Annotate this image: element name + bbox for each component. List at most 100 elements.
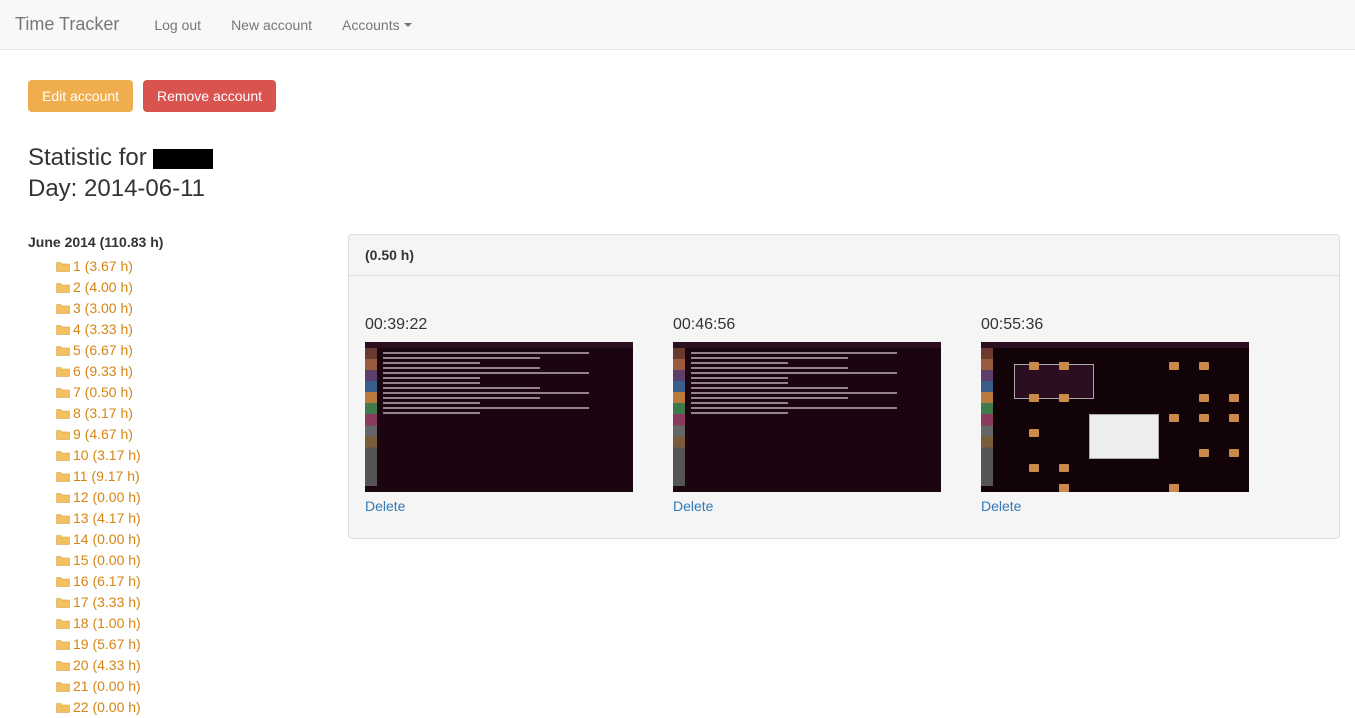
day-item: 5 (6.67 h) — [56, 340, 318, 361]
screenshot-thumbnail[interactable] — [673, 342, 941, 492]
screenshot-time: 00:55:36 — [981, 316, 1249, 334]
title-day-value: 2014-06-11 — [84, 175, 205, 202]
day-item: 1 (3.67 h) — [56, 256, 318, 277]
day-link[interactable]: 14 (0.00 h) — [73, 529, 141, 550]
day-item: 21 (0.00 h) — [56, 676, 318, 697]
folder-icon — [56, 660, 70, 671]
day-link[interactable]: 12 (0.00 h) — [73, 487, 141, 508]
day-item: 16 (6.17 h) — [56, 571, 318, 592]
screenshot-card: 00:46:56 Delete — [673, 316, 941, 514]
day-item: 4 (3.33 h) — [56, 319, 318, 340]
day-item: 19 (5.67 h) — [56, 634, 318, 655]
account-actions: Edit account Remove account — [28, 80, 1340, 112]
delete-link[interactable]: Delete — [365, 498, 633, 514]
redacted-name — [153, 149, 213, 169]
day-link[interactable]: 18 (1.00 h) — [73, 613, 141, 634]
nav-accounts-dropdown[interactable]: Accounts — [327, 17, 427, 33]
folder-icon — [56, 702, 70, 713]
folder-icon — [56, 534, 70, 545]
day-link[interactable]: 5 (6.67 h) — [73, 340, 133, 361]
folder-icon — [56, 471, 70, 482]
remove-account-button[interactable]: Remove account — [143, 80, 276, 112]
folder-icon — [56, 429, 70, 440]
day-item: 6 (9.33 h) — [56, 361, 318, 382]
day-link[interactable]: 10 (3.17 h) — [73, 445, 141, 466]
day-link[interactable]: 7 (0.50 h) — [73, 382, 133, 403]
panel-header: (0.50 h) — [349, 235, 1339, 276]
day-link[interactable]: 19 (5.67 h) — [73, 634, 141, 655]
day-link[interactable]: 9 (4.67 h) — [73, 424, 133, 445]
day-link[interactable]: 21 (0.00 h) — [73, 676, 141, 697]
day-link[interactable]: 22 (0.00 h) — [73, 697, 141, 718]
nav-logout[interactable]: Log out — [139, 17, 216, 33]
day-link[interactable]: 15 (0.00 h) — [73, 550, 141, 571]
day-link[interactable]: 4 (3.33 h) — [73, 319, 133, 340]
nav-new-account[interactable]: New account — [216, 17, 327, 33]
month-label: June 2014 (110.83 h) — [28, 234, 318, 250]
folder-icon — [56, 366, 70, 377]
day-item: 17 (3.33 h) — [56, 592, 318, 613]
folder-icon — [56, 324, 70, 335]
brand-link[interactable]: Time Tracker — [15, 14, 139, 35]
day-item: 14 (0.00 h) — [56, 529, 318, 550]
folder-icon — [56, 513, 70, 524]
sidebar: June 2014 (110.83 h) 1 (3.67 h)2 (4.00 h… — [28, 234, 318, 718]
screenshot-card: 00:39:22 Delete — [365, 316, 633, 514]
day-item: 2 (4.00 h) — [56, 277, 318, 298]
edit-account-button[interactable]: Edit account — [28, 80, 133, 112]
folder-icon — [56, 303, 70, 314]
navbar: Time Tracker Log out New account Account… — [0, 0, 1355, 50]
folder-icon — [56, 345, 70, 356]
folder-icon — [56, 681, 70, 692]
screenshot-row: 00:39:22 Delete 00:46:56 Delete 00:55:36 Dele… — [349, 276, 1339, 538]
day-link[interactable]: 11 (9.17 h) — [73, 466, 140, 487]
screenshot-thumbnail[interactable] — [981, 342, 1249, 492]
screenshot-time: 00:39:22 — [365, 316, 633, 334]
folder-icon — [56, 639, 70, 650]
day-link[interactable]: 1 (3.67 h) — [73, 256, 133, 277]
day-item: 15 (0.00 h) — [56, 550, 318, 571]
day-item: 20 (4.33 h) — [56, 655, 318, 676]
folder-icon — [56, 387, 70, 398]
folder-icon — [56, 576, 70, 587]
day-link[interactable]: 20 (4.33 h) — [73, 655, 141, 676]
title-prefix: Statistic for — [28, 144, 147, 171]
day-list: 1 (3.67 h)2 (4.00 h)3 (3.00 h)4 (3.33 h)… — [28, 256, 318, 718]
folder-icon — [56, 450, 70, 461]
page-title: Statistic for Day: 2014-06-11 — [28, 142, 1340, 204]
day-item: 13 (4.17 h) — [56, 508, 318, 529]
day-link[interactable]: 13 (4.17 h) — [73, 508, 141, 529]
folder-icon — [56, 408, 70, 419]
folder-icon — [56, 282, 70, 293]
nav-accounts-label: Accounts — [342, 17, 400, 33]
screenshot-time: 00:46:56 — [673, 316, 941, 334]
folder-icon — [56, 555, 70, 566]
day-item: 22 (0.00 h) — [56, 697, 318, 718]
day-item: 11 (9.17 h) — [56, 466, 318, 487]
day-link[interactable]: 6 (9.33 h) — [73, 361, 133, 382]
folder-icon — [56, 597, 70, 608]
folder-icon — [56, 618, 70, 629]
day-link[interactable]: 8 (3.17 h) — [73, 403, 133, 424]
day-link[interactable]: 3 (3.00 h) — [73, 298, 133, 319]
day-item: 10 (3.17 h) — [56, 445, 318, 466]
screenshot-card: 00:55:36 Delete — [981, 316, 1249, 514]
day-item: 7 (0.50 h) — [56, 382, 318, 403]
day-link[interactable]: 16 (6.17 h) — [73, 571, 141, 592]
day-item: 3 (3.00 h) — [56, 298, 318, 319]
session-panel: (0.50 h) 00:39:22Delete00:46:56Delete00:… — [348, 234, 1340, 539]
delete-link[interactable]: Delete — [673, 498, 941, 514]
day-item: 18 (1.00 h) — [56, 613, 318, 634]
day-link[interactable]: 2 (4.00 h) — [73, 277, 133, 298]
title-day-label: Day: — [28, 175, 77, 202]
folder-icon — [56, 492, 70, 503]
folder-icon — [56, 261, 70, 272]
day-item: 12 (0.00 h) — [56, 487, 318, 508]
day-item: 9 (4.67 h) — [56, 424, 318, 445]
screenshot-thumbnail[interactable] — [365, 342, 633, 492]
caret-down-icon — [404, 23, 412, 27]
main-content: (0.50 h) 00:39:22Delete00:46:56Delete00:… — [348, 234, 1340, 539]
day-link[interactable]: 17 (3.33 h) — [73, 592, 141, 613]
day-item: 8 (3.17 h) — [56, 403, 318, 424]
delete-link[interactable]: Delete — [981, 498, 1249, 514]
